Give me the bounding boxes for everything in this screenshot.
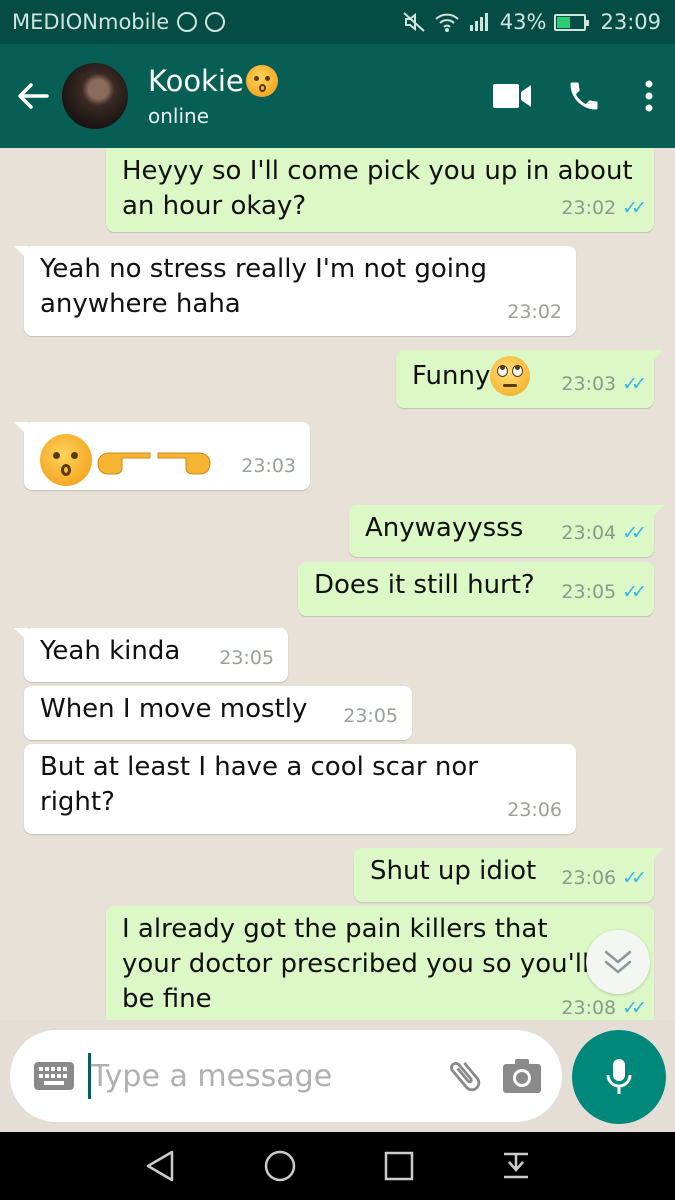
message-bubble-incoming[interactable]: But at least I have a cool scar nor righ… [24, 744, 576, 834]
message-time: 23:03 [241, 455, 296, 477]
message-time: 23:05 [219, 647, 274, 669]
message-text: Yeah no stress really I'm not going anyw… [40, 254, 487, 319]
kissing-face-icon [245, 65, 278, 97]
phone-icon [570, 82, 598, 110]
back-button[interactable] [8, 66, 58, 126]
message-time: 23:05 [561, 581, 617, 603]
voice-message-button[interactable] [572, 1030, 666, 1124]
read-ticks-icon: ✓✓ [622, 373, 647, 395]
read-ticks-icon: ✓✓ [622, 197, 647, 219]
message-time: 23:06 [507, 799, 562, 821]
eye-roll-emoji-icon [490, 356, 531, 396]
message-bubble-incoming[interactable]: Yeah kinda 23:05 [14, 628, 288, 682]
signal-icon [469, 13, 488, 31]
message-input[interactable]: Type a message [91, 1059, 444, 1094]
battery-icon [554, 13, 590, 31]
message-text: Funny [412, 360, 491, 391]
status-bar: MEDIONmobile 43% 23:09 [0, 0, 675, 44]
back-arrow-icon [18, 83, 49, 109]
chat-header: Kookie online [0, 44, 675, 148]
message-time: 23:02 [561, 197, 617, 219]
nav-back-icon[interactable] [144, 1149, 176, 1183]
mute-icon [403, 12, 425, 32]
voice-call-button[interactable] [559, 66, 609, 126]
contact-status: online [148, 104, 210, 128]
video-call-button[interactable] [487, 66, 537, 126]
read-ticks-icon: ✓✓ [622, 522, 647, 544]
system-nav-bar [0, 1132, 675, 1200]
read-ticks-icon: ✓✓ [622, 997, 647, 1019]
message-bubble-outgoing[interactable]: I already got the pain killers that your… [106, 906, 654, 1020]
contact-info[interactable]: Kookie online [148, 64, 487, 128]
message-time: 23:06 [561, 867, 617, 889]
nav-notifications-icon[interactable] [501, 1151, 531, 1181]
read-ticks-icon: ✓✓ [622, 867, 647, 889]
message-time: 23:08 [561, 997, 617, 1019]
message-input-container[interactable]: Type a message [10, 1030, 562, 1122]
message-bubble-outgoing[interactable]: Does it still hurt? 23:05 ✓✓ [298, 562, 654, 616]
message-bubble-incoming[interactable]: 23:03 [14, 422, 310, 490]
message-time: 23:04 [561, 522, 617, 544]
message-bubble-outgoing[interactable]: Heyyy so I'll come pick you up in about … [106, 148, 654, 232]
pointing-hand-right-icon [157, 452, 211, 475]
more-vert-icon [645, 80, 653, 112]
message-text: But at least I have a cool scar nor righ… [40, 752, 478, 817]
message-bubble-incoming[interactable]: When I move mostly 23:05 [24, 686, 412, 740]
video-call-icon [493, 84, 531, 108]
microphone-icon [606, 1059, 632, 1094]
message-time: 23:02 [507, 301, 562, 323]
nav-recents-icon[interactable] [384, 1151, 414, 1181]
message-bubble-outgoing[interactable]: Funny 23:03 ✓✓ [396, 350, 664, 408]
message-time: 23:05 [343, 705, 398, 727]
message-bubble-incoming[interactable]: Yeah no stress really I'm not going anyw… [14, 246, 576, 336]
read-ticks-icon: ✓✓ [622, 581, 647, 603]
kissing-face-emoji-icon [40, 434, 92, 486]
battery-percent: 43% [499, 10, 547, 34]
keyboard-icon[interactable] [34, 1062, 74, 1090]
message-time: 23:03 [561, 373, 617, 395]
clock: 23:09 [600, 10, 661, 34]
chevron-double-down-icon [604, 950, 632, 974]
camera-icon[interactable] [502, 1058, 542, 1094]
contact-name: Kookie [148, 64, 244, 98]
message-list[interactable]: Heyyy so I'll come pick you up in about … [0, 148, 675, 1020]
whatsapp-icon [177, 12, 198, 32]
pointing-hand-left-icon [97, 452, 151, 475]
nav-home-icon[interactable] [263, 1149, 297, 1183]
carrier-label: MEDIONmobile [12, 10, 170, 34]
avatar[interactable] [62, 63, 128, 129]
message-bubble-outgoing[interactable]: Shut up idiot 23:06 ✓✓ [354, 848, 664, 902]
spotify-icon [205, 12, 226, 32]
attach-icon[interactable] [444, 1055, 486, 1097]
scroll-to-bottom-button[interactable] [586, 930, 650, 994]
wifi-icon [435, 13, 459, 32]
message-bubble-outgoing[interactable]: Anywayysss 23:04 ✓✓ [349, 505, 664, 557]
more-options-button[interactable] [631, 66, 667, 126]
compose-bar: Type a message [0, 1020, 675, 1132]
